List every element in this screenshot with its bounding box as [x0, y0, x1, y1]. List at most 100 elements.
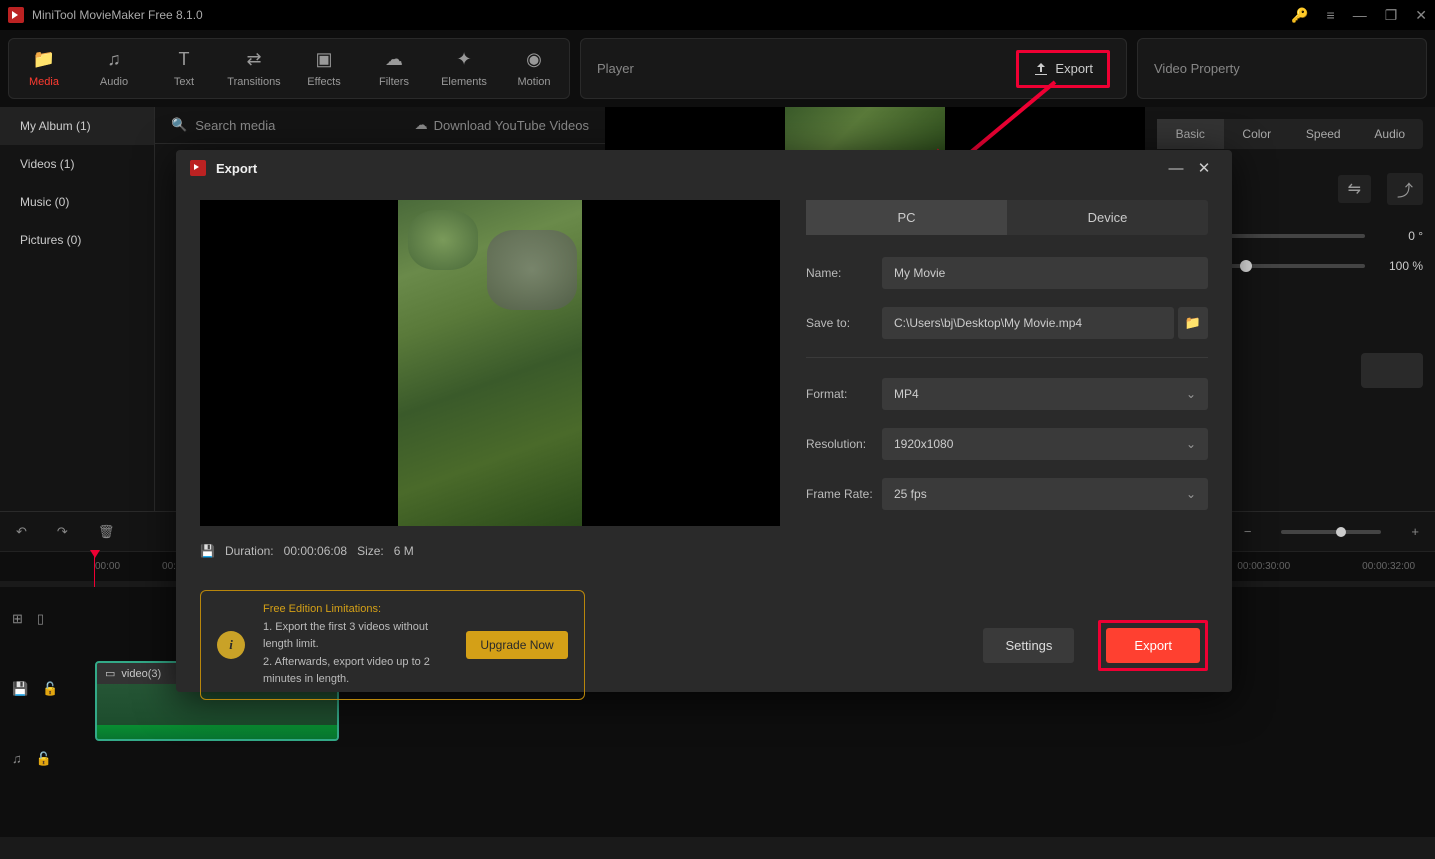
chevron-down-icon: ⌄	[1186, 387, 1196, 401]
tool-transitions[interactable]: ⇄Transitions	[219, 39, 289, 98]
tool-motion[interactable]: ◉Motion	[499, 39, 569, 98]
prop-tab-basic[interactable]: Basic	[1157, 119, 1224, 149]
limitations-box: i Free Edition Limitations: 1. Export th…	[200, 590, 585, 700]
browse-folder-button[interactable]: 📁	[1178, 307, 1208, 339]
key-icon[interactable]: 🔑	[1291, 7, 1308, 24]
upgrade-button[interactable]: Upgrade Now	[466, 631, 567, 659]
tool-text[interactable]: TText	[149, 39, 219, 98]
top-row: 📁Media ♫Audio TText ⇄Transitions ▣Effect…	[0, 30, 1435, 107]
audio-track-icon[interactable]: ♫	[12, 751, 22, 767]
dialog-title: Export	[216, 161, 1162, 176]
zoom-out-icon[interactable]: −	[1244, 524, 1252, 539]
dialog-minimize-icon[interactable]: —	[1162, 160, 1190, 177]
destination-tabs: PC Device	[806, 200, 1208, 235]
prop-tab-audio[interactable]: Audio	[1357, 119, 1424, 149]
track-layer-icon[interactable]: ▯	[37, 611, 44, 627]
search-bar: 🔍Search media ☁Download YouTube Videos	[155, 107, 605, 144]
clip-label: video(3)	[121, 668, 161, 680]
format-select[interactable]: MP4⌄	[882, 378, 1208, 410]
dest-tab-device[interactable]: Device	[1007, 200, 1208, 235]
name-input[interactable]: My Movie	[882, 257, 1208, 289]
dialog-footer: i Free Edition Limitations: 1. Export th…	[176, 604, 1232, 692]
main-toolbar: 📁Media ♫Audio TText ⇄Transitions ▣Effect…	[8, 38, 570, 99]
delete-icon[interactable]: 🗑	[98, 524, 115, 540]
scale-value: 100 %	[1379, 259, 1423, 273]
resolution-select[interactable]: 1920x1080⌄	[882, 428, 1208, 460]
download-youtube[interactable]: ☁Download YouTube Videos	[415, 117, 589, 133]
export-button[interactable]: Export	[1106, 628, 1200, 663]
audio-waveform	[97, 725, 337, 739]
zoom-slider[interactable]	[1281, 530, 1381, 534]
disk-icon: 💾	[200, 544, 215, 558]
export-preview	[200, 200, 780, 526]
sidebar-my-album[interactable]: My Album (1)	[0, 107, 154, 145]
property-tabs: Basic Color Speed Audio	[1157, 119, 1423, 149]
save-icon[interactable]: 💾	[12, 681, 28, 697]
app-icon	[8, 7, 24, 23]
redo-icon[interactable]: ↷	[57, 524, 68, 540]
menu-icon[interactable]: ≡	[1327, 7, 1335, 23]
sidebar-videos[interactable]: Videos (1)	[0, 145, 154, 183]
text-icon: T	[179, 49, 190, 70]
video-property-header: Video Property	[1137, 38, 1427, 99]
tool-audio[interactable]: ♫Audio	[79, 39, 149, 98]
rotation-value: 0 °	[1379, 229, 1423, 243]
format-label: Format:	[806, 387, 882, 401]
motion-icon: ◉	[526, 49, 542, 70]
limits-line2: 2. Afterwards, export video up to 2 minu…	[263, 654, 448, 689]
title-bar: MiniTool MovieMaker Free 8.1.0 🔑 ≡ — ❐ ✕	[0, 0, 1435, 30]
limits-header: Free Edition Limitations:	[263, 601, 448, 619]
player-label: Player	[597, 61, 1016, 76]
settings-button[interactable]: Settings	[983, 628, 1074, 663]
music-icon: ♫	[107, 49, 121, 70]
framerate-select[interactable]: 25 fps⌄	[882, 478, 1208, 510]
lock-icon[interactable]: 🔓	[42, 681, 58, 697]
lock-icon[interactable]: 🔓	[36, 751, 52, 767]
export-top-button[interactable]: Export	[1016, 50, 1110, 88]
flip-h-icon[interactable]: ⇋	[1338, 175, 1371, 203]
cloud-icon: ☁	[415, 117, 428, 133]
search-icon: 🔍	[171, 117, 187, 133]
folder-icon: 📁	[33, 49, 55, 70]
undo-icon[interactable]: ↶	[16, 524, 27, 540]
clip-icon: ▭	[105, 667, 115, 680]
close-icon[interactable]: ✕	[1415, 7, 1427, 24]
chevron-down-icon: ⌄	[1186, 437, 1196, 451]
preview-image	[398, 200, 582, 526]
tool-elements[interactable]: ✦Elements	[429, 39, 499, 98]
tool-filters[interactable]: ☁Filters	[359, 39, 429, 98]
transition-icon: ⇄	[246, 49, 261, 70]
dialog-app-icon	[190, 160, 206, 176]
search-input[interactable]: 🔍Search media	[171, 117, 415, 133]
add-track-icon[interactable]: ⊞	[12, 611, 23, 627]
upload-icon	[1033, 61, 1049, 77]
export-button-highlight: Export	[1098, 620, 1208, 671]
player-panel: Player Export	[580, 38, 1127, 99]
app-title: MiniTool MovieMaker Free 8.1.0	[32, 8, 1291, 22]
tool-effects[interactable]: ▣Effects	[289, 39, 359, 98]
export-top-label: Export	[1055, 61, 1093, 76]
minimize-icon[interactable]: —	[1353, 7, 1367, 23]
folder-icon: 📁	[1185, 315, 1201, 331]
save-input[interactable]: C:\Users\bj\Desktop\My Movie.mp4	[882, 307, 1174, 339]
export-dialog: Export — ✕ 💾 Duration: 00:00:06:08 Size:…	[176, 150, 1232, 692]
dialog-titlebar: Export — ✕	[176, 150, 1232, 186]
tool-media[interactable]: 📁Media	[9, 39, 79, 98]
property-action-button[interactable]	[1361, 353, 1423, 388]
prop-tab-color[interactable]: Color	[1224, 119, 1291, 149]
divider	[806, 357, 1208, 358]
zoom-in-icon[interactable]: +	[1411, 524, 1419, 539]
chevron-down-icon: ⌄	[1186, 487, 1196, 501]
limits-line1: 1. Export the first 3 videos without len…	[263, 619, 448, 654]
framerate-label: Frame Rate:	[806, 487, 882, 501]
elements-icon: ✦	[456, 49, 471, 70]
dest-tab-pc[interactable]: PC	[806, 200, 1007, 235]
dialog-close-icon[interactable]: ✕	[1190, 159, 1218, 177]
export-info: 💾 Duration: 00:00:06:08 Size: 6 M	[200, 544, 780, 558]
save-label: Save to:	[806, 316, 882, 330]
sidebar-pictures[interactable]: Pictures (0)	[0, 221, 154, 259]
flip-v-icon[interactable]: ⤴	[1387, 173, 1423, 205]
sidebar-music[interactable]: Music (0)	[0, 183, 154, 221]
prop-tab-speed[interactable]: Speed	[1290, 119, 1357, 149]
maximize-icon[interactable]: ❐	[1385, 7, 1398, 24]
